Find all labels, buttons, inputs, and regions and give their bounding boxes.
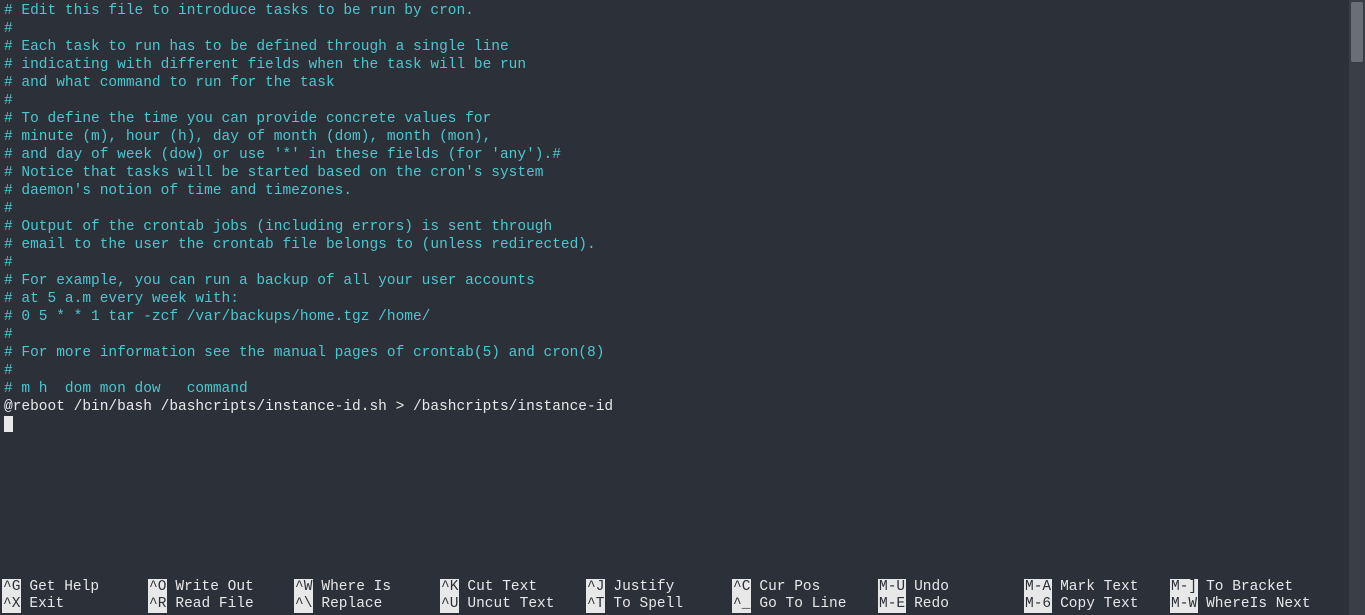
- editor-line: #: [4, 362, 1361, 380]
- editor-line: # Output of the crontab jobs (including …: [4, 218, 1361, 236]
- menu-label: Cut Text: [459, 579, 537, 596]
- editor-line: # To define the time you can provide con…: [4, 110, 1361, 128]
- editor-line: # Each task to run has to be defined thr…: [4, 38, 1361, 56]
- menu-key: ^J: [586, 579, 605, 596]
- menu-row-1: ^GGet Help^OWrite Out^WWhere Is^KCut Tex…: [0, 579, 1365, 596]
- editor-line: # Edit this file to introduce tasks to b…: [4, 2, 1361, 20]
- menu-item[interactable]: M-AMark Text: [1024, 579, 1170, 596]
- menu-key: M-]: [1170, 579, 1198, 596]
- menu-item[interactable]: M-ERedo: [878, 596, 1024, 613]
- menu-label: Write Out: [167, 579, 253, 596]
- menu-item[interactable]: ^RRead File: [148, 596, 294, 613]
- editor-line: # For example, you can run a backup of a…: [4, 272, 1361, 290]
- menu-item[interactable]: ^TTo Spell: [586, 596, 732, 613]
- menu-key: M-U: [878, 579, 906, 596]
- editor-line: # 0 5 * * 1 tar -zcf /var/backups/home.t…: [4, 308, 1361, 326]
- editor-line: # email to the user the crontab file bel…: [4, 236, 1361, 254]
- editor-line: #: [4, 92, 1361, 110]
- menu-item[interactable]: ^KCut Text: [440, 579, 586, 596]
- editor-content[interactable]: # Edit this file to introduce tasks to b…: [0, 0, 1365, 434]
- menu-item[interactable]: M-]To Bracket: [1170, 579, 1316, 596]
- menu-label: To Spell: [605, 596, 683, 613]
- menu-label: Redo: [906, 596, 949, 613]
- menu-label: Get Help: [21, 579, 99, 596]
- editor-line: # m h dom mon dow command: [4, 380, 1361, 398]
- menu-item[interactable]: ^XExit: [2, 596, 148, 613]
- menu-item[interactable]: ^WWhere Is: [294, 579, 440, 596]
- menu-item[interactable]: ^JJustify: [586, 579, 732, 596]
- menu-label: Copy Text: [1052, 596, 1138, 613]
- menu-item[interactable]: ^\Replace: [294, 596, 440, 613]
- editor-line: @reboot /bin/bash /bashcripts/instance-i…: [4, 398, 1361, 416]
- menu-key: M-A: [1024, 579, 1052, 596]
- menu-key: M-6: [1024, 596, 1052, 613]
- menu-label: Justify: [605, 579, 674, 596]
- menu-key: ^K: [440, 579, 459, 596]
- menu-key: ^W: [294, 579, 313, 596]
- editor-line: # daemon's notion of time and timezones.: [4, 182, 1361, 200]
- menu-key: ^C: [732, 579, 751, 596]
- editor-line: # For more information see the manual pa…: [4, 344, 1361, 362]
- menu-item[interactable]: ^GGet Help: [2, 579, 148, 596]
- menu-key: ^O: [148, 579, 167, 596]
- menu-key: ^R: [148, 596, 167, 613]
- menu-key: ^G: [2, 579, 21, 596]
- menu-label: Cur Pos: [751, 579, 820, 596]
- menu-item[interactable]: ^OWrite Out: [148, 579, 294, 596]
- editor-line: # at 5 a.m every week with:: [4, 290, 1361, 308]
- menu-label: To Bracket: [1198, 579, 1293, 596]
- menu-key: M-W: [1170, 596, 1198, 613]
- menu-item[interactable]: M-6Copy Text: [1024, 596, 1170, 613]
- menu-label: Uncut Text: [459, 596, 554, 613]
- nano-menu-bar: ^GGet Help^OWrite Out^WWhere Is^KCut Tex…: [0, 579, 1365, 615]
- menu-item[interactable]: ^_Go To Line: [732, 596, 878, 613]
- menu-item[interactable]: M-WWhereIs Next: [1170, 596, 1316, 613]
- menu-label: Replace: [313, 596, 382, 613]
- menu-label: Where Is: [313, 579, 391, 596]
- menu-label: Undo: [906, 579, 949, 596]
- menu-row-2: ^XExit^RRead File^\Replace^UUncut Text^T…: [0, 596, 1365, 613]
- menu-label: Go To Line: [751, 596, 846, 613]
- menu-item[interactable]: M-UUndo: [878, 579, 1024, 596]
- menu-key: ^X: [2, 596, 21, 613]
- menu-key: ^_: [732, 596, 751, 613]
- scrollbar-track[interactable]: [1349, 0, 1365, 615]
- editor-line: # Notice that tasks will be started base…: [4, 164, 1361, 182]
- menu-key: ^\: [294, 596, 313, 613]
- menu-label: WhereIs Next: [1198, 596, 1310, 613]
- menu-key: ^T: [586, 596, 605, 613]
- menu-label: Read File: [167, 596, 253, 613]
- menu-item[interactable]: ^CCur Pos: [732, 579, 878, 596]
- cursor-line: [4, 416, 1361, 434]
- menu-label: Mark Text: [1052, 579, 1138, 596]
- editor-line: # minute (m), hour (h), day of month (do…: [4, 128, 1361, 146]
- menu-item[interactable]: ^UUncut Text: [440, 596, 586, 613]
- scrollbar-thumb[interactable]: [1351, 2, 1363, 62]
- editor-line: #: [4, 200, 1361, 218]
- menu-key: M-E: [878, 596, 906, 613]
- editor-line: # and day of week (dow) or use '*' in th…: [4, 146, 1361, 164]
- editor-line: # indicating with different fields when …: [4, 56, 1361, 74]
- editor-line: # and what command to run for the task: [4, 74, 1361, 92]
- editor-line: #: [4, 326, 1361, 344]
- editor-line: #: [4, 254, 1361, 272]
- editor-line: #: [4, 20, 1361, 38]
- menu-label: Exit: [21, 596, 64, 613]
- menu-key: ^U: [440, 596, 459, 613]
- text-cursor: [4, 416, 13, 432]
